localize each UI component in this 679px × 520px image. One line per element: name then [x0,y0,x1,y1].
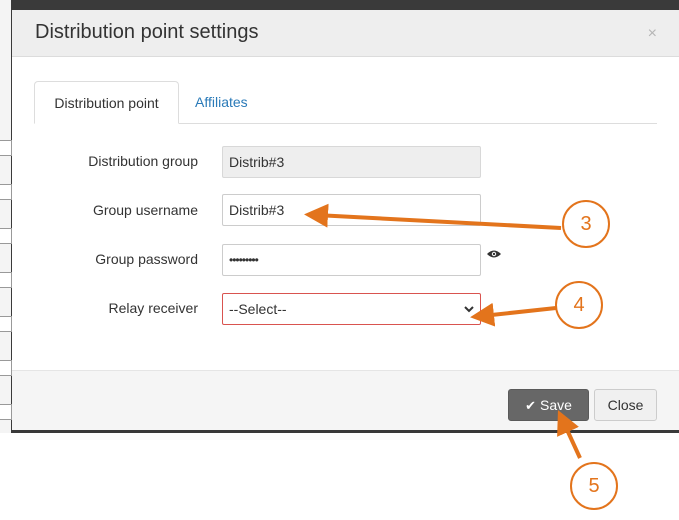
annotation-arrow-5 [557,410,582,459]
annotation-arrow-3 [304,203,562,230]
annotation-arrows [304,203,582,459]
annotation-callout-4: 4 [555,281,603,329]
annotation-arrow-4 [470,302,557,327]
annotation-callout-5: 5 [570,462,618,510]
annotation-callout-3: 3 [562,200,610,248]
